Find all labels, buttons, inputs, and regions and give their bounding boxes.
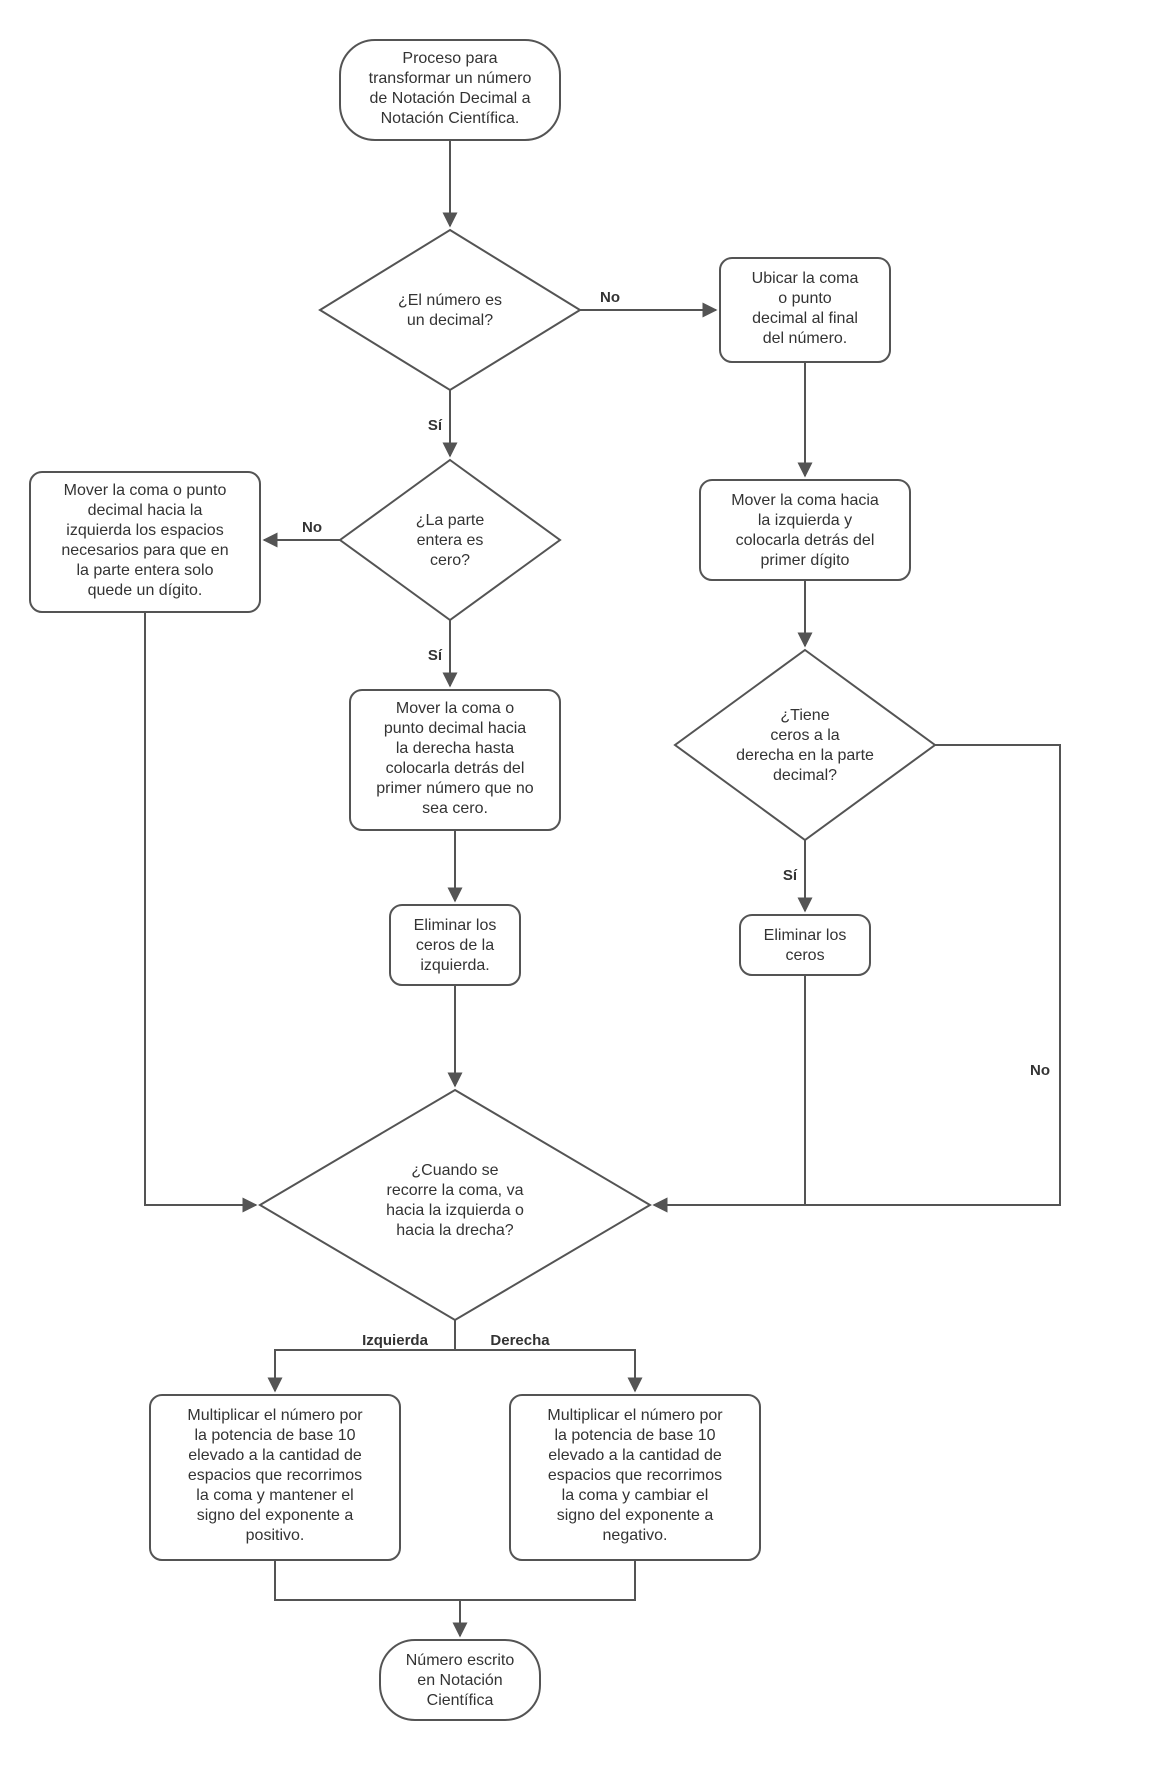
edge-mover-izq-un-digito-to-dir [145,612,256,1205]
svg-text:Multiplicar el número porla po: Multiplicar el número porla potencia de … [547,1407,723,1544]
node-decision-ceros-derecha: ¿Tieneceros a laderecha en la partedecim… [675,650,935,840]
label-no-1: No [600,289,620,306]
node-process-eliminar-ceros-izquierda: Eliminar losceros de laizquierda. [390,905,520,985]
node-start: Proceso paratransformar un númerode Nota… [340,40,560,140]
node-decision-decimal: ¿El número esun decimal? [320,230,580,390]
label-si-3: Sí [783,867,798,884]
node-process-multiplicar-positivo: Multiplicar el número porla potencia de … [150,1395,400,1560]
node-process-mover-derecha: Mover la coma opunto decimal haciala der… [350,690,560,830]
label-no-2: No [302,519,322,536]
label-no-3: No [1030,1062,1050,1079]
label-izquierda: Izquierda [362,1332,429,1349]
edge-elim-ceros-to-dir [654,975,805,1205]
flowchart-canvas: Proceso paratransformar un númerode Nota… [0,0,1174,1781]
edge-dir-izquierda [275,1320,455,1391]
svg-text:Eliminar losceros de laizquier: Eliminar losceros de laizquierda. [414,917,497,974]
label-si-2: Sí [428,647,443,664]
node-decision-direccion: ¿Cuando serecorre la coma, vahacia la iz… [260,1090,650,1320]
label-si-1: Sí [428,417,443,434]
node-process-eliminar-ceros: Eliminar losceros [740,915,870,975]
node-process-mover-izquierda-primer-digito: Mover la coma haciala izquierda ycolocar… [700,480,910,580]
edge-neg-to-end [460,1560,635,1636]
svg-text:Multiplicar el número porla po: Multiplicar el número porla potencia de … [187,1407,363,1544]
edge-pos-to-end [275,1560,460,1636]
node-process-mover-izquierda-un-digito: Mover la coma o puntodecimal hacia laizq… [30,472,260,612]
label-derecha: Derecha [490,1332,550,1349]
node-end: Número escritoen NotaciónCientífica [380,1640,540,1720]
node-decision-entera-cero: ¿La parteentera escero? [340,460,560,620]
node-process-ubicar-coma: Ubicar la comao puntodecimal al finaldel… [720,258,890,362]
node-process-multiplicar-negativo: Multiplicar el número porla potencia de … [510,1395,760,1560]
edge-dir-derecha [455,1320,635,1391]
